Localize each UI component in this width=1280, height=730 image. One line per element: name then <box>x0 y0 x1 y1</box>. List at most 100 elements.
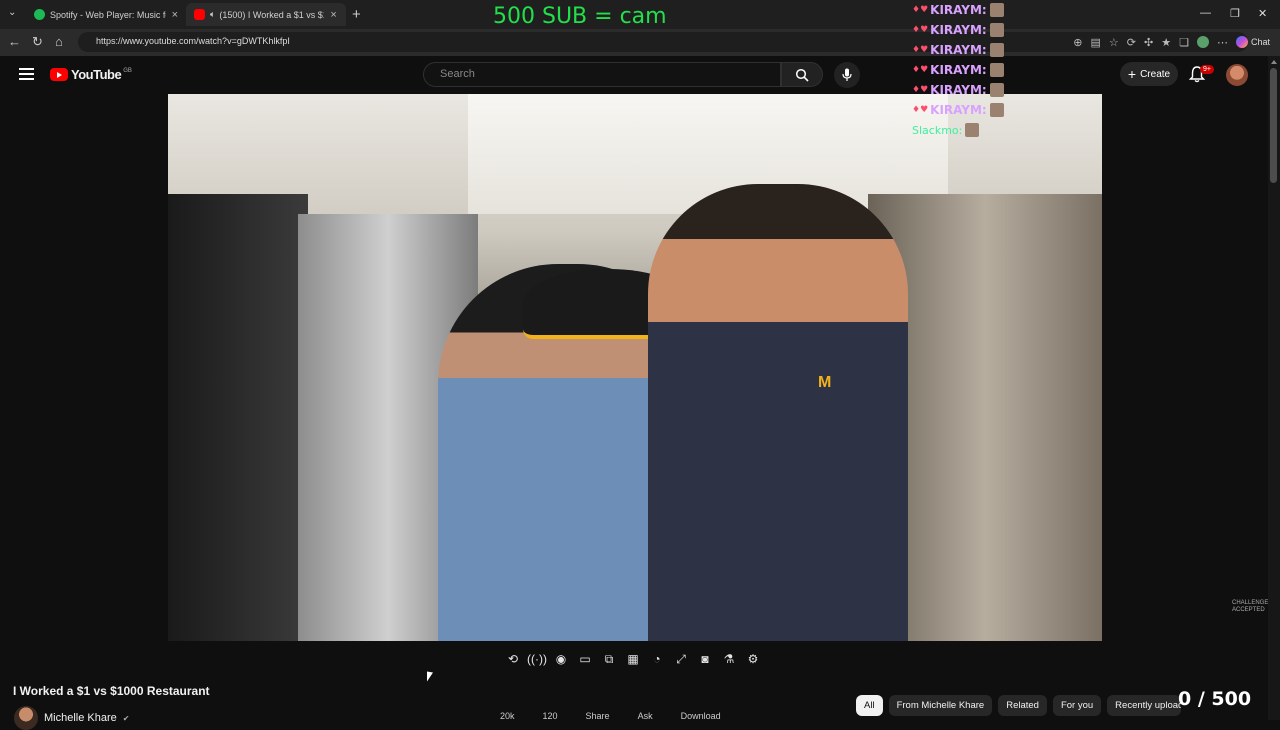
badge-icons: ♦♥ <box>912 45 929 55</box>
create-button[interactable]: + Create <box>1120 62 1178 86</box>
home-icon[interactable]: ⌂ <box>55 34 63 49</box>
browser-toolbar-icons: ⊕ ▤ ☆ ⟳ ✣ ★ ❏ ⋯ Chat <box>1040 34 1280 50</box>
chat-username: Slackmo: <box>912 123 963 137</box>
scroll-up-arrow-icon[interactable] <box>1271 60 1277 64</box>
copilot-icon <box>1235 36 1248 48</box>
chat-username: KIRAYM: <box>930 83 987 97</box>
tab-youtube[interactable]: 🔈︎ (1500) I Worked a $1 vs $100 × <box>186 3 346 26</box>
settings-gear-icon[interactable]: ⚙ <box>745 651 761 667</box>
cinema-icon[interactable]: ▭ <box>577 651 593 667</box>
speaker-icon[interactable]: 🔈︎ <box>210 9 215 20</box>
verified-check-icon: ✔ <box>122 713 130 723</box>
mcdonalds-logo-icon: M <box>818 374 832 391</box>
youtube-favicon-icon <box>194 9 205 20</box>
chat-username: KIRAYM: <box>930 63 987 77</box>
channel-row[interactable]: Michelle Khare ✔ <box>14 706 129 730</box>
badge-icons: ♦♥ <box>912 25 929 35</box>
chat-message: ♦♥ KIRAYM: <box>912 80 1022 100</box>
emote-icon <box>989 63 1004 77</box>
reload-icon[interactable]: ↻ <box>32 34 43 50</box>
emote-icon <box>989 23 1004 37</box>
chat-username: KIRAYM: <box>930 43 987 57</box>
plus-icon: + <box>1127 66 1137 82</box>
badge-icons: ♦♥ <box>912 85 929 95</box>
search-input[interactable]: Search <box>423 62 781 87</box>
chip-all[interactable]: All <box>856 695 883 716</box>
youtube-logo[interactable]: YouTube GB <box>50 67 132 82</box>
microphone-icon <box>842 68 852 81</box>
youtube-play-icon <box>50 68 68 81</box>
tab-spotify[interactable]: Spotify - Web Player: Music for ev × <box>26 3 186 26</box>
region-code: GB <box>123 67 132 74</box>
loop-icon[interactable]: ⟲ <box>505 651 521 667</box>
favorite-star-icon[interactable]: ☆ <box>1109 36 1119 49</box>
mouse-cursor-icon <box>427 671 433 683</box>
chat-message: ♦♥ KIRAYM: <box>912 20 1022 40</box>
hide-icon[interactable]: ◉ <box>553 651 569 667</box>
chat-message: ♦♥ KIRAYM: <box>912 60 1022 80</box>
reader-icon[interactable]: ▤ <box>1091 36 1101 49</box>
chat-message: ♦♥ KIRAYM: <box>912 40 1022 60</box>
extensions-icon[interactable]: ✣ <box>1144 36 1153 49</box>
badge-icons: ♦♥ <box>912 65 929 75</box>
channel-avatar[interactable] <box>14 706 38 730</box>
window-close-icon[interactable]: ✕ <box>1258 7 1267 20</box>
tab-title: (1500) I Worked a $1 vs $100 <box>219 9 324 20</box>
search-button[interactable] <box>781 62 823 87</box>
player-extension-toolbar: ⟲ ((·)) ◉ ▭ ⧉ ▦ ◔ ⤢ ◙ ⚗ ⚙ <box>505 650 761 668</box>
tab-list-chevron-icon[interactable]: ⌄ <box>8 7 16 18</box>
video-player[interactable]: M <box>168 94 1102 641</box>
close-tab-icon[interactable]: × <box>172 9 178 21</box>
stream-goal-text: 500 SUB = cam <box>493 4 667 29</box>
minimize-icon[interactable]: — <box>1200 7 1211 19</box>
favorites-icon[interactable]: ★ <box>1161 36 1171 49</box>
close-tab-icon[interactable]: × <box>330 9 336 21</box>
scrollbar-thumb[interactable] <box>1270 68 1277 183</box>
screenshot-camera-icon[interactable]: ◙ <box>697 651 713 667</box>
stream-chat-overlay: ♦♥ KIRAYM: ♦♥ KIRAYM: ♦♥ KIRAYM: ♦♥ KIRAYM: … <box>912 0 1022 140</box>
chat-username: KIRAYM: <box>930 23 987 37</box>
search-icon <box>795 68 809 82</box>
account-avatar[interactable] <box>1226 64 1248 86</box>
chat-username: KIRAYM: <box>930 3 987 17</box>
refresh-extension-icon[interactable]: ⟳ <box>1127 36 1136 49</box>
chat-message: ♦♥ KIRAYM: <box>912 100 1022 120</box>
notification-count-badge: 9+ <box>1200 65 1214 74</box>
maximize-icon[interactable]: ❐ <box>1230 7 1240 20</box>
chip-for-you[interactable]: For you <box>1052 695 1102 716</box>
emote-icon <box>989 43 1004 57</box>
video-title: I Worked a $1 vs $1000 Restaurant <box>13 684 210 698</box>
url-text: https://www.youtube.com/watch?v=gDWTKhlk… <box>96 36 290 46</box>
profile-icon[interactable] <box>1196 36 1209 48</box>
menu-hamburger-icon[interactable] <box>19 68 34 80</box>
more-icon[interactable]: ⋯ <box>1217 36 1228 49</box>
tab-title: Spotify - Web Player: Music for ev <box>50 9 166 20</box>
speed-icon[interactable]: ◔ <box>649 651 665 667</box>
translate-icon[interactable]: ⊕ <box>1073 36 1082 49</box>
expand-icon[interactable]: ⤢ <box>673 651 689 667</box>
chat-label: Chat <box>1250 37 1270 47</box>
filter-icon[interactable]: ⚗ <box>721 651 737 667</box>
voice-search-button[interactable] <box>834 62 860 88</box>
copilot-chat-button[interactable]: Chat <box>1235 36 1270 48</box>
badge-icons: ♦♥ <box>912 5 929 15</box>
create-label: Create <box>1140 68 1171 80</box>
chat-username: KIRAYM: <box>930 103 987 117</box>
popup-player-icon[interactable]: ⧉ <box>601 651 617 667</box>
new-tab-plus-icon[interactable]: + <box>352 6 361 23</box>
chip-recently-uploaded[interactable]: Recently uploaded <box>1107 695 1182 716</box>
back-arrow-icon[interactable]: ← <box>8 34 21 49</box>
audio-icon[interactable]: ((·)) <box>527 651 547 667</box>
emote-icon <box>989 103 1004 117</box>
theater-icon[interactable]: ▦ <box>625 651 641 667</box>
manager-figure <box>648 184 908 641</box>
emote-icon <box>965 123 980 137</box>
sub-goal-counter: 0 / 500 <box>1178 688 1252 710</box>
logo-text: YouTube <box>71 67 122 82</box>
search-placeholder: Search <box>440 68 475 80</box>
channel-name[interactable]: Michelle Khare <box>44 712 117 724</box>
collections-icon[interactable]: ❏ <box>1179 36 1189 49</box>
kitchen-equipment <box>168 194 308 641</box>
chip-related[interactable]: Related <box>998 695 1047 716</box>
chip-from-channel[interactable]: From Michelle Khare <box>888 695 993 716</box>
